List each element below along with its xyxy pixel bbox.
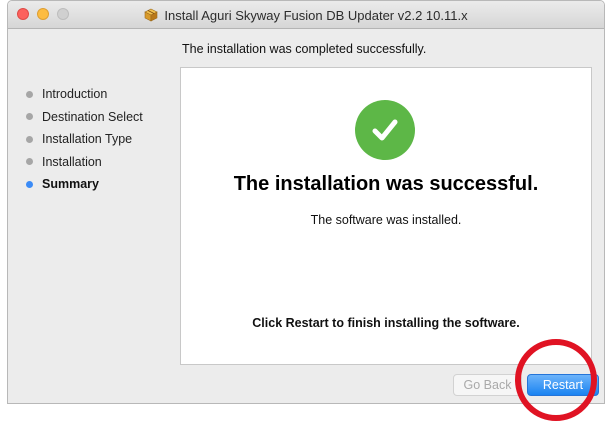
- screen: Install Aguri Skyway Fusion DB Updater v…: [0, 0, 606, 424]
- step-bullet: [26, 90, 33, 98]
- restart-button[interactable]: Restart: [527, 374, 599, 396]
- success-badge: [355, 100, 415, 160]
- step-label: Introduction: [42, 87, 108, 102]
- step-installation: Installation: [26, 151, 176, 174]
- window-title-wrap: Install Aguri Skyway Fusion DB Updater v…: [8, 1, 604, 29]
- step-bullet: [26, 135, 33, 143]
- step-summary: Summary: [26, 173, 176, 196]
- titlebar[interactable]: Install Aguri Skyway Fusion DB Updater v…: [8, 1, 604, 29]
- package-icon: [144, 8, 159, 22]
- restart-instruction: Click Restart to finish installing the s…: [252, 316, 520, 330]
- step-label: Destination Select: [42, 109, 143, 124]
- step-bullet: [26, 113, 33, 121]
- success-message: The software was installed.: [310, 213, 462, 227]
- step-label: Installation: [42, 154, 102, 169]
- step-destination-select: Destination Select: [26, 106, 176, 129]
- step-installation-type: Installation Type: [26, 128, 176, 151]
- installer-steps-sidebar: Introduction Destination Select Installa…: [26, 83, 176, 196]
- status-subtitle: The installation was completed successfu…: [182, 42, 427, 56]
- active-step-bullet: [26, 180, 33, 188]
- window-title: Install Aguri Skyway Fusion DB Updater v…: [164, 7, 468, 23]
- step-bullet: [26, 158, 33, 166]
- step-label: Installation Type: [42, 132, 133, 147]
- step-label: Summary: [42, 177, 99, 192]
- summary-panel: The installation was successful. The sof…: [180, 67, 592, 365]
- success-headline: The installation was successful.: [233, 173, 539, 195]
- go-back-button[interactable]: Go Back: [453, 374, 522, 396]
- step-introduction: Introduction: [26, 83, 176, 106]
- installer-window: Install Aguri Skyway Fusion DB Updater v…: [7, 0, 605, 404]
- checkmark-icon: [372, 119, 398, 141]
